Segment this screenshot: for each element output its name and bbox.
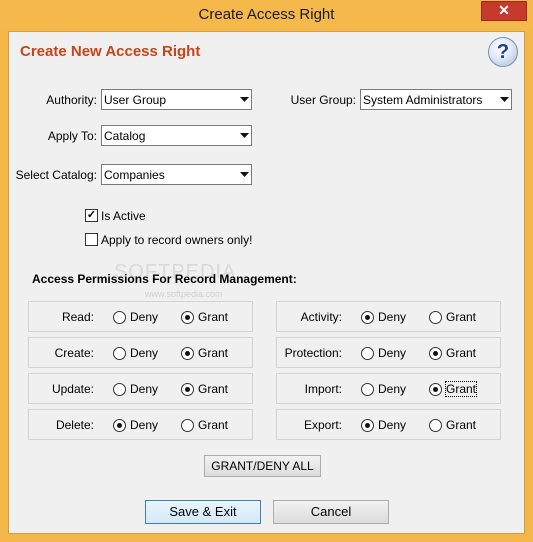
is-active-label: Is Active [101, 209, 146, 223]
grant-label: Grant [198, 418, 229, 432]
chevron-down-icon [500, 97, 509, 102]
deny-label: Deny [130, 310, 159, 324]
cancel-button[interactable]: Cancel [273, 500, 389, 524]
deny-label: Deny [130, 418, 159, 432]
deny-label: Deny [378, 346, 407, 360]
grant-label: Grant [198, 310, 229, 324]
save-exit-button[interactable]: Save & Exit [145, 500, 261, 524]
permission-activity: Activity: Deny Grant [276, 301, 501, 332]
permission-update: Update: Deny Grant [28, 373, 253, 404]
export-deny-radio[interactable] [361, 419, 374, 432]
owners-only-label: Apply to record owners only! [101, 233, 253, 247]
authority-value: User Group [104, 93, 167, 107]
permission-import: Import: Deny Grant [276, 373, 501, 404]
deny-label: Deny [130, 382, 159, 396]
grant-label: Grant [444, 381, 478, 397]
user-group-value: System Administrators [363, 93, 483, 107]
is-active-checkbox[interactable]: ✓ [85, 209, 98, 222]
permission-name: Update: [51, 382, 94, 396]
permissions-title: Access Permissions For Record Management… [32, 272, 297, 286]
delete-grant-radio[interactable] [181, 419, 194, 432]
permission-name: Read: [61, 310, 94, 324]
title-bar[interactable]: Create Access Right ✕ [0, 0, 533, 31]
grant-label: Grant [446, 418, 477, 432]
grant-label: Grant [446, 310, 477, 324]
user-group-label: User Group: [290, 93, 356, 107]
permission-name: Protection: [284, 346, 342, 360]
authority-select[interactable]: User Group [101, 89, 252, 110]
read-grant-radio[interactable] [181, 311, 194, 324]
apply-to-select[interactable]: Catalog [101, 125, 252, 146]
apply-to-value: Catalog [104, 129, 146, 143]
permission-name: Export: [303, 418, 342, 432]
update-deny-radio[interactable] [113, 383, 126, 396]
chevron-down-icon [240, 97, 249, 102]
import-grant-radio[interactable] [429, 383, 442, 396]
select-catalog-select[interactable]: Companies [101, 164, 252, 185]
dialog-heading: Create New Access Right [20, 43, 201, 60]
deny-label: Deny [378, 382, 407, 396]
activity-grant-radio[interactable] [429, 311, 442, 324]
permission-name: Import: [304, 382, 342, 396]
user-group-select[interactable]: System Administrators [360, 89, 512, 110]
permission-export: Export: Deny Grant [276, 409, 501, 440]
permission-name: Delete: [55, 418, 94, 432]
read-deny-radio[interactable] [113, 311, 126, 324]
chevron-down-icon [240, 172, 249, 177]
activity-deny-radio[interactable] [361, 311, 374, 324]
permission-delete: Delete: Deny Grant [28, 409, 253, 440]
delete-deny-radio[interactable] [113, 419, 126, 432]
grant-label: Grant [198, 382, 229, 396]
select-catalog-value: Companies [104, 168, 165, 182]
protection-grant-radio[interactable] [429, 347, 442, 360]
permission-name: Create: [54, 346, 94, 360]
update-grant-radio[interactable] [181, 383, 194, 396]
permission-protection: Protection: Deny Grant [276, 337, 501, 368]
import-deny-radio[interactable] [361, 383, 374, 396]
dialog-body: Create New Access Right ? Authority: Use… [8, 31, 525, 534]
watermark-url: www.softpedia.com [145, 289, 223, 299]
permission-name: Activity: [300, 310, 342, 324]
create-grant-radio[interactable] [181, 347, 194, 360]
deny-label: Deny [378, 418, 407, 432]
help-icon[interactable]: ? [488, 37, 518, 67]
apply-to-label: Apply To: [47, 129, 97, 143]
export-grant-radio[interactable] [429, 419, 442, 432]
permission-read: Read: Deny Grant [28, 301, 253, 332]
protection-deny-radio[interactable] [361, 347, 374, 360]
chevron-down-icon [240, 133, 249, 138]
dialog-window: Create Access Right ✕ Create New Access … [0, 0, 533, 542]
authority-label: Authority: [46, 93, 97, 107]
create-deny-radio[interactable] [113, 347, 126, 360]
grant-deny-all-button[interactable]: GRANT/DENY ALL [204, 455, 321, 477]
select-catalog-label: Select Catalog: [15, 168, 97, 182]
grant-label: Grant [446, 346, 477, 360]
close-button[interactable]: ✕ [481, 1, 527, 21]
grant-label: Grant [198, 346, 229, 360]
deny-label: Deny [378, 310, 407, 324]
window-title: Create Access Right [198, 6, 335, 23]
owners-only-checkbox[interactable] [85, 233, 98, 246]
deny-label: Deny [130, 346, 159, 360]
permission-create: Create: Deny Grant [28, 337, 253, 368]
